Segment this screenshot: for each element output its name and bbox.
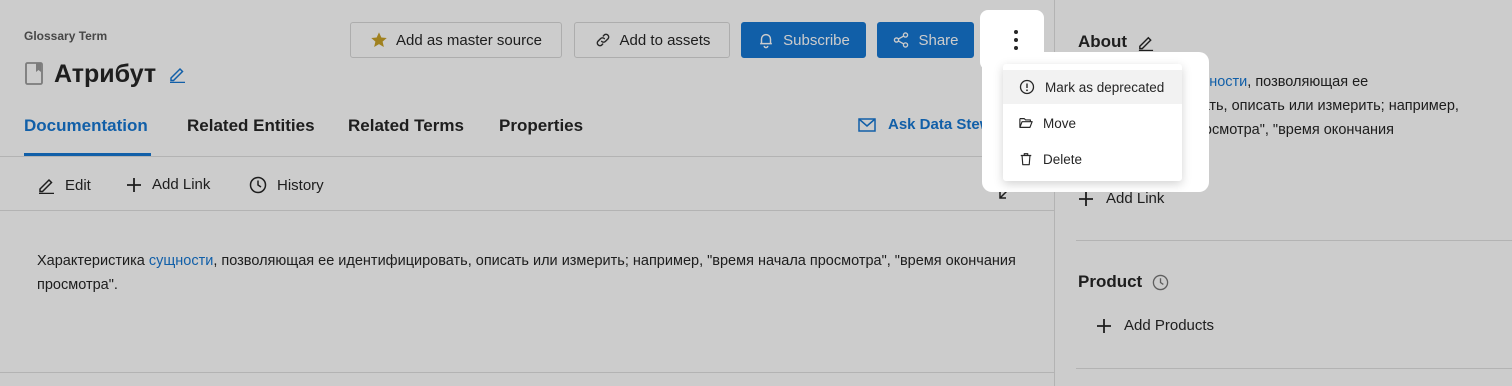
more-actions-menu: Mark as deprecated Move Delete bbox=[1003, 64, 1182, 181]
menu-item-mark-deprecated[interactable]: Mark as deprecated bbox=[1003, 70, 1182, 104]
trash-icon bbox=[1019, 152, 1033, 166]
info-circle-icon bbox=[1019, 79, 1035, 95]
modal-mask[interactable] bbox=[0, 0, 1512, 386]
menu-item-delete[interactable]: Delete bbox=[1003, 142, 1182, 176]
menu-item-move[interactable]: Move bbox=[1003, 106, 1182, 140]
folder-open-icon bbox=[1019, 116, 1033, 130]
